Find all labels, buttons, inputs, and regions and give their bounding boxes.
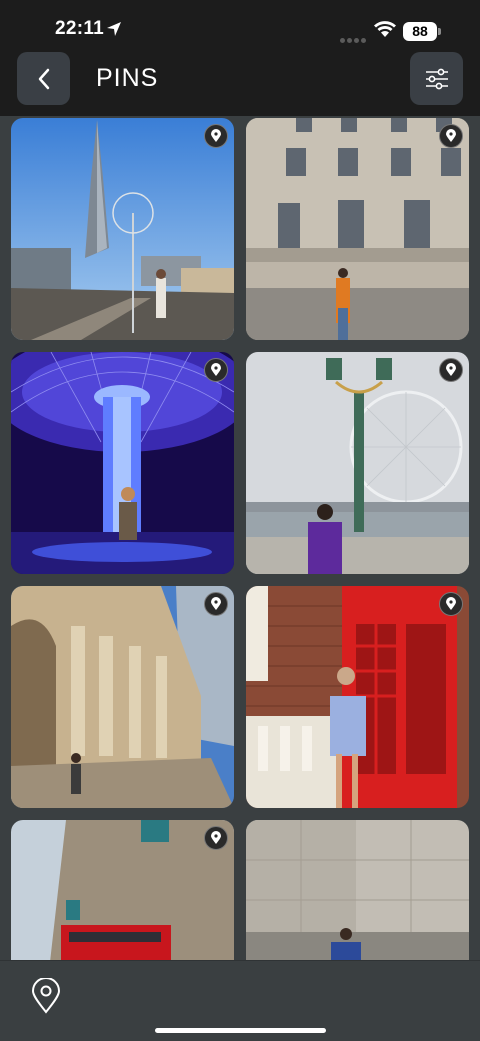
photo-card[interactable]: [11, 352, 234, 574]
photo-thumbnail: [11, 352, 234, 574]
photo-thumbnail: [246, 586, 469, 808]
photo-thumbnail: [246, 820, 469, 960]
sliders-icon: [425, 68, 448, 89]
filter-button[interactable]: [410, 52, 463, 105]
map-pin-icon: [211, 597, 221, 610]
photo-card[interactable]: [11, 586, 234, 808]
photo-card[interactable]: [246, 352, 469, 574]
pin-badge: [204, 124, 228, 148]
pin-badge: [204, 826, 228, 850]
photo-card[interactable]: [246, 820, 469, 960]
wifi-icon: [374, 21, 396, 37]
home-indicator[interactable]: [155, 1028, 326, 1033]
photo-thumbnail: [246, 352, 469, 574]
status-bar: 22:11 88: [0, 0, 480, 50]
map-pin-icon: [446, 363, 456, 376]
map-pin-icon[interactable]: [31, 978, 61, 1014]
bottom-bar: [0, 960, 480, 1041]
photo-thumbnail: [246, 118, 469, 340]
top-bar: 22:11 88 PINS: [0, 0, 480, 116]
pin-badge: [439, 592, 463, 616]
photo-card[interactable]: [246, 118, 469, 340]
back-button[interactable]: [17, 52, 70, 105]
location-arrow-icon: [107, 22, 121, 36]
photo-grid: [0, 116, 480, 960]
chevron-left-icon: [38, 68, 49, 89]
map-pin-icon: [211, 831, 221, 844]
pin-badge: [439, 124, 463, 148]
map-pin-icon: [446, 597, 456, 610]
map-pin-icon: [211, 363, 221, 376]
map-pin-icon: [446, 129, 456, 142]
photo-card[interactable]: [11, 118, 234, 340]
photo-card[interactable]: [246, 586, 469, 808]
battery-indicator: 88: [403, 22, 437, 41]
photo-thumbnail: [11, 820, 234, 960]
cellular-signal-icon: [340, 30, 368, 48]
photo-thumbnail: [11, 118, 234, 340]
photo-card[interactable]: [11, 820, 234, 960]
status-time: 22:11: [55, 18, 105, 39]
battery-tip: [438, 28, 441, 35]
pin-badge: [204, 358, 228, 382]
photo-thumbnail: [11, 586, 234, 808]
map-pin-icon: [211, 129, 221, 142]
page-title: PINS: [96, 64, 159, 92]
pin-badge: [204, 592, 228, 616]
pin-badge: [439, 358, 463, 382]
